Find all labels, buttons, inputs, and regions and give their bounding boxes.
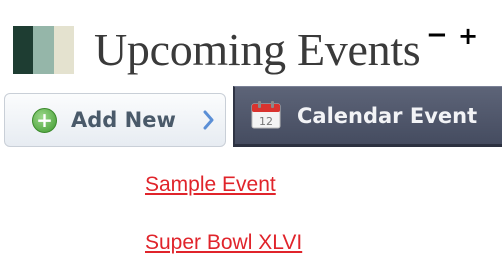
tab-label: Calendar Event xyxy=(297,103,478,128)
swatch-dark-green xyxy=(13,26,34,74)
add-new-label: Add New xyxy=(71,108,176,132)
collapse-button[interactable]: − xyxy=(426,22,448,48)
event-link[interactable]: Super Bowl XLVI xyxy=(145,231,302,255)
calendar-day: 12 xyxy=(259,115,273,128)
add-new-button[interactable]: + Add New xyxy=(4,93,226,147)
swatch-cream xyxy=(53,26,74,74)
swatch-sage xyxy=(33,26,54,74)
logo-swatches xyxy=(13,26,74,74)
chevron-right-icon xyxy=(203,110,214,130)
expand-button[interactable]: + xyxy=(458,24,478,48)
tab-calendar-event[interactable]: 12 Calendar Event xyxy=(233,86,502,147)
page-title: Upcoming Events xyxy=(94,24,421,75)
event-link[interactable]: Sample Event xyxy=(145,173,276,197)
calendar-icon: 12 xyxy=(251,101,281,129)
plus-circle-icon: + xyxy=(32,107,57,133)
